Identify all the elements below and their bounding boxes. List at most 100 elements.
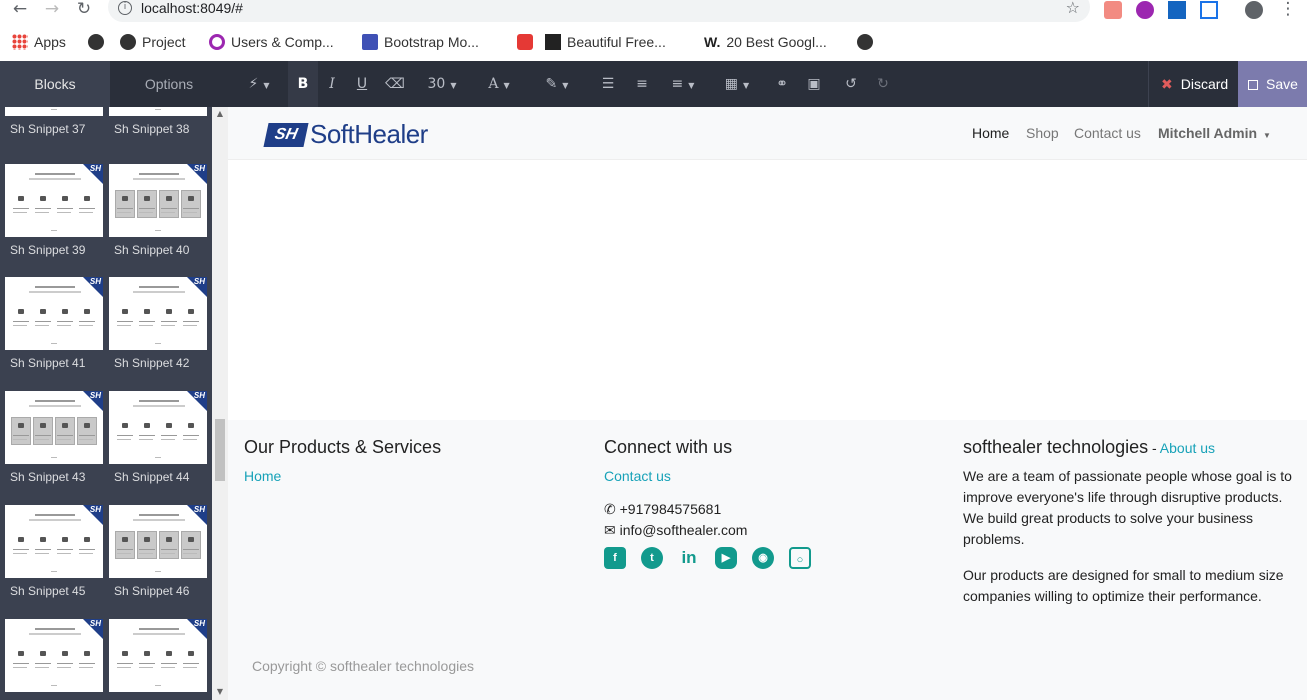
italic-button[interactable]: I [320, 61, 344, 107]
menu-icon[interactable]: ⋮ [1278, 0, 1298, 20]
discard-button[interactable]: ✖ Discard [1148, 61, 1238, 107]
globe-icon [120, 34, 136, 50]
bookmark-project[interactable]: Project [120, 32, 186, 52]
profile-icon[interactable] [1245, 1, 1263, 19]
nav-contact[interactable]: Contact us [1074, 125, 1141, 141]
snippet-thumbnail: SH [5, 164, 103, 237]
bookmark-label: Bootstrap Mo... [384, 34, 479, 50]
footer-home-link[interactable]: Home [244, 468, 281, 484]
snippet-thumbnail: SH [109, 164, 207, 237]
youtube-icon[interactable]: ▶ [715, 547, 737, 569]
font-size-value: 30 [427, 76, 446, 92]
footer-contact-link[interactable]: Contact us [604, 468, 671, 484]
footer-products-title: Our Products & Services [244, 437, 442, 457]
snippet-sidebar: SH Sh Snippet 37 SH Sh Snippet 38 SH Sh Snipp… [0, 107, 228, 700]
snippet-thumbnail: SH [109, 391, 207, 464]
align-dropdown[interactable]: ≡ ▼ [666, 61, 700, 107]
font-color-dropdown[interactable]: A ▼ [482, 61, 516, 107]
extension-icon-1[interactable] [1104, 1, 1122, 19]
eraser-button[interactable]: ⌫ [384, 61, 406, 107]
scroll-up-icon[interactable]: ▲ [215, 109, 225, 118]
reload-icon[interactable]: ↻ [74, 0, 94, 20]
ordered-list-button[interactable]: ≡ [630, 61, 654, 107]
snippet-thumbnail: SH [109, 505, 207, 578]
instagram-icon[interactable]: ○ [789, 547, 811, 569]
unordered-list-button[interactable]: ☰ [596, 61, 620, 107]
star-icon[interactable]: ☆ [1066, 0, 1080, 17]
snippet-label: Sh Snippet 46 [114, 584, 190, 598]
bookmark-bootstrap[interactable]: Bootstrap Mo... [362, 32, 479, 52]
phone-icon: ✆ [604, 502, 616, 518]
editor-toolbar: ⚡ ▼ B I U ⌫ 30 ▼ A ▼ ✎ ▼ ☰ ≡ ≡ ▼ ▦ ▼ ⚭ ▣ ↺ ↻ ✖… [228, 61, 1307, 107]
undo-button[interactable]: ↺ [840, 61, 862, 107]
footer-about-p1: We are a team of passionate people whose… [963, 468, 1292, 547]
link-button[interactable]: ⚭ [770, 61, 794, 107]
redo-button[interactable]: ↻ [872, 61, 894, 107]
bookmark-globe[interactable] [88, 32, 104, 52]
snippet-thumbnail: SH [5, 619, 103, 692]
font-size-dropdown[interactable]: 30 ▼ [422, 61, 462, 107]
circle-icon [209, 34, 225, 50]
sidebar-scrollbar[interactable]: ▲ ▼ [212, 107, 228, 700]
extension-icon-4[interactable] [1200, 1, 1218, 19]
back-icon[interactable]: ← [10, 0, 30, 20]
style-dropdown[interactable]: ⚡ ▼ [242, 61, 276, 107]
footer-email: ✉ info@softhealer.com [604, 520, 747, 542]
underline-icon: U [356, 76, 368, 92]
link-icon: ⚭ [776, 76, 788, 92]
scroll-down-icon[interactable]: ▼ [215, 687, 225, 696]
snippet-label: Sh Snippet 45 [10, 584, 86, 598]
apps-grid-icon [12, 34, 28, 50]
github-icon[interactable]: ◉ [752, 547, 774, 569]
snippet-thumbnail: SH [5, 107, 103, 116]
magic-wand-icon: ⚡ [248, 76, 259, 92]
extension-icon-3[interactable] [1168, 1, 1186, 19]
snippet-thumbnail: SH [5, 505, 103, 578]
extension-icon-2[interactable] [1136, 1, 1154, 19]
bold-button[interactable]: B [288, 61, 318, 107]
url-text: localhost:8049/# [141, 0, 243, 16]
snippet-label: Sh Snippet 43 [10, 470, 86, 484]
about-us-link[interactable]: About us [1160, 440, 1215, 456]
chevron-down-icon: ▼ [1263, 131, 1271, 140]
website-preview: SH SoftHealer Home Shop Contact us Mitch… [228, 107, 1307, 700]
b-icon [517, 34, 533, 50]
tab-options[interactable]: Options [110, 61, 228, 107]
address-bar[interactable]: i localhost:8049/# ☆ [108, 0, 1090, 22]
bookmark-globe-2[interactable] [857, 32, 873, 52]
snippet-thumbnail: SH [109, 277, 207, 350]
bookmark-apps[interactable]: Apps [12, 32, 66, 52]
save-label: Save [1266, 76, 1298, 92]
background-color-dropdown[interactable]: ✎ ▼ [540, 61, 574, 107]
site-logo[interactable]: SH SoftHealer [263, 119, 428, 150]
mdb-icon [362, 34, 378, 50]
snippet-label: Sh Snippet 44 [114, 470, 190, 484]
user-menu[interactable]: Mitchell Admin ▼ [1158, 125, 1271, 141]
globe-icon [857, 34, 873, 50]
discard-label: Discard [1180, 76, 1229, 92]
tab-blocks[interactable]: Blocks [0, 61, 110, 107]
twitter-icon[interactable]: t [641, 547, 663, 569]
list-ol-icon: ≡ [636, 76, 648, 92]
globe-icon [88, 34, 104, 50]
site-header: SH SoftHealer Home Shop Contact us Mitch… [228, 107, 1307, 160]
bookmark-beautiful[interactable]: Beautiful Free... [517, 32, 666, 52]
snippet-label: Sh Snippet 41 [10, 356, 86, 370]
forward-icon[interactable]: → [42, 0, 62, 20]
bookmark-users[interactable]: Users & Comp... [209, 32, 334, 52]
facebook-icon[interactable]: f [604, 547, 626, 569]
save-button[interactable]: Save [1238, 61, 1307, 107]
logo-mark: SH [263, 122, 309, 147]
nav-shop[interactable]: Shop [1026, 125, 1059, 141]
image-button[interactable]: ▣ [802, 61, 826, 107]
bookmark-google[interactable]: W. 20 Best Googl... [704, 32, 827, 52]
underline-button[interactable]: U [350, 61, 374, 107]
table-dropdown[interactable]: ▦ ▼ [720, 61, 754, 107]
redo-icon: ↻ [877, 76, 889, 92]
info-icon[interactable]: i [118, 1, 132, 15]
linkedin-icon[interactable]: in [678, 547, 700, 569]
bookmark-label: 20 Best Googl... [726, 34, 827, 50]
scrollbar-thumb[interactable] [215, 419, 225, 481]
email-address: info@softhealer.com [619, 522, 748, 538]
nav-home[interactable]: Home [972, 125, 1009, 141]
